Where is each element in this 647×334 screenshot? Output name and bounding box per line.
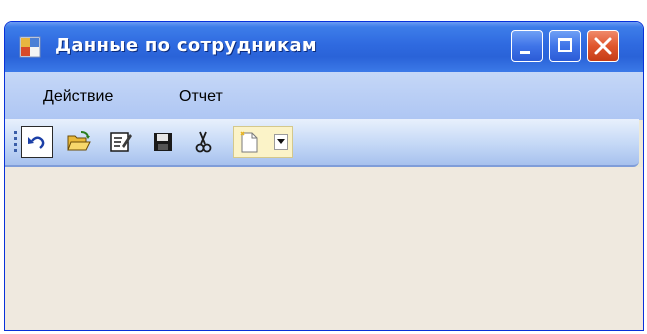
save-icon	[154, 133, 172, 151]
toolbar-grip[interactable]	[14, 131, 18, 157]
open-folder-icon	[67, 131, 91, 151]
maximize-button[interactable]	[549, 30, 581, 62]
cut-button[interactable]	[187, 126, 219, 158]
minimize-button[interactable]	[511, 30, 543, 62]
close-button[interactable]	[587, 30, 619, 62]
chevron-down-icon	[277, 139, 285, 144]
menu-action[interactable]: Действие	[43, 88, 113, 106]
window-title: Данные по сотрудникам	[55, 35, 317, 56]
main-window: Данные по сотрудникам Действие Отчет	[4, 21, 644, 331]
close-icon	[594, 37, 612, 55]
title-bar[interactable]: Данные по сотрудникам	[5, 22, 643, 72]
toolbar	[5, 119, 639, 167]
menu-bar: Действие Отчет	[5, 72, 643, 120]
undo-icon	[28, 136, 45, 149]
menu-report[interactable]: Отчет	[179, 88, 223, 106]
client-area	[5, 167, 643, 330]
undo-button[interactable]	[21, 126, 53, 158]
maximize-icon	[558, 38, 572, 52]
edit-icon	[110, 132, 132, 152]
new-document-icon	[240, 131, 258, 153]
save-button[interactable]	[147, 126, 179, 158]
edit-button[interactable]	[105, 126, 137, 158]
cut-icon	[195, 131, 212, 153]
form-app-icon	[19, 36, 41, 58]
open-button[interactable]	[63, 126, 95, 158]
minimize-icon	[520, 51, 530, 54]
new-document-split-button[interactable]	[233, 126, 293, 158]
dropdown-arrow[interactable]	[274, 134, 288, 150]
